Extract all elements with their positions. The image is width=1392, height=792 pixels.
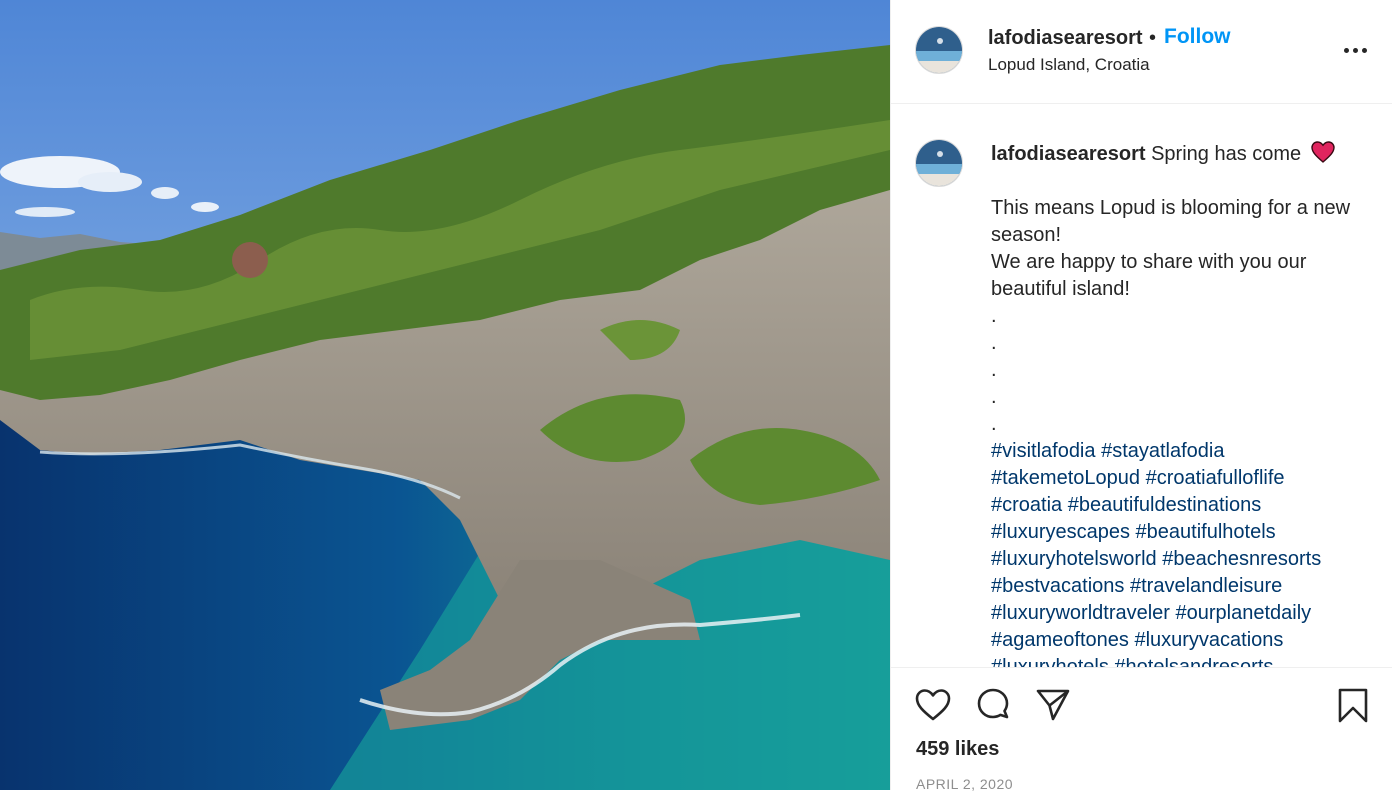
post-author-username[interactable]: lafodiasearesort (988, 27, 1143, 50)
caption-line: . (991, 413, 997, 435)
hashtag-link[interactable]: #luxuryescapes (991, 521, 1130, 543)
caption-title: Spring has come (1151, 143, 1302, 165)
separator-dot: • (1149, 27, 1157, 49)
hashtag-list: #visitlafodia #stayatlafodia #takemetoLo… (991, 438, 1361, 667)
hashtag-link[interactable]: #stayatlafodia (1101, 440, 1224, 462)
hashtag-link[interactable]: #luxuryworldtraveler (991, 602, 1170, 624)
hashtag-link[interactable]: #beautifulhotels (1136, 521, 1276, 543)
hashtag-link[interactable]: #croatia (991, 494, 1062, 516)
hashtag-link[interactable]: #luxuryhotels (991, 656, 1109, 667)
caption-avatar[interactable] (915, 139, 963, 187)
post-actions: 459 likes APRIL 2, 2020 (891, 667, 1392, 792)
avatar[interactable] (915, 26, 963, 74)
bookmark-icon[interactable] (1333, 685, 1373, 725)
hashtag-link[interactable]: #beautifuldestinations (1068, 494, 1261, 516)
more-options-icon[interactable] (1343, 37, 1369, 63)
heart-outline-icon[interactable] (913, 685, 953, 725)
comment-bubble-icon[interactable] (973, 685, 1013, 725)
post-caption: lafodiasearesort Spring has come This me… (991, 141, 1361, 667)
likes-count[interactable]: 459 likes (916, 738, 999, 761)
hashtag-link[interactable]: #agameoftones (991, 629, 1129, 651)
caption-line: . (991, 386, 997, 408)
hashtag-link[interactable]: #takemetoLopud (991, 467, 1140, 489)
caption-line: This means Lopud is blooming for a new s… (991, 197, 1351, 246)
hashtag-link[interactable]: #beachesnresorts (1162, 548, 1321, 570)
hashtag-link[interactable]: #hotelsandresorts (1114, 656, 1273, 667)
caption-username[interactable]: lafodiasearesort (991, 143, 1146, 165)
post-location[interactable]: Lopud Island, Croatia (988, 55, 1150, 75)
hashtag-link[interactable]: #visitlafodia (991, 440, 1096, 462)
hashtag-link[interactable]: #bestvacations (991, 575, 1124, 597)
hashtag-link[interactable]: #ourplanetdaily (1176, 602, 1312, 624)
post-detail-panel: lafodiasearesort • Follow Lopud Island, … (890, 0, 1392, 792)
hashtag-link[interactable]: #travelandleisure (1130, 575, 1282, 597)
post-photo[interactable] (0, 0, 890, 790)
caption-line: . (991, 359, 997, 381)
red-heart-emoji-icon (1311, 141, 1335, 163)
follow-button[interactable]: Follow (1164, 25, 1231, 49)
caption-line: We are happy to share with you our beaut… (991, 251, 1307, 300)
post-header: lafodiasearesort • Follow Lopud Island, … (891, 0, 1392, 104)
caption-line: . (991, 332, 997, 354)
hashtag-link[interactable]: #luxuryvacations (1134, 629, 1283, 651)
caption-line: . (991, 305, 997, 327)
paper-plane-icon[interactable] (1033, 685, 1073, 725)
hashtag-link[interactable]: #luxuryhotelsworld (991, 548, 1157, 570)
comments-section: lafodiasearesort Spring has come This me… (891, 105, 1392, 667)
hashtag-link[interactable]: #croatiafulloflife (1146, 467, 1285, 489)
